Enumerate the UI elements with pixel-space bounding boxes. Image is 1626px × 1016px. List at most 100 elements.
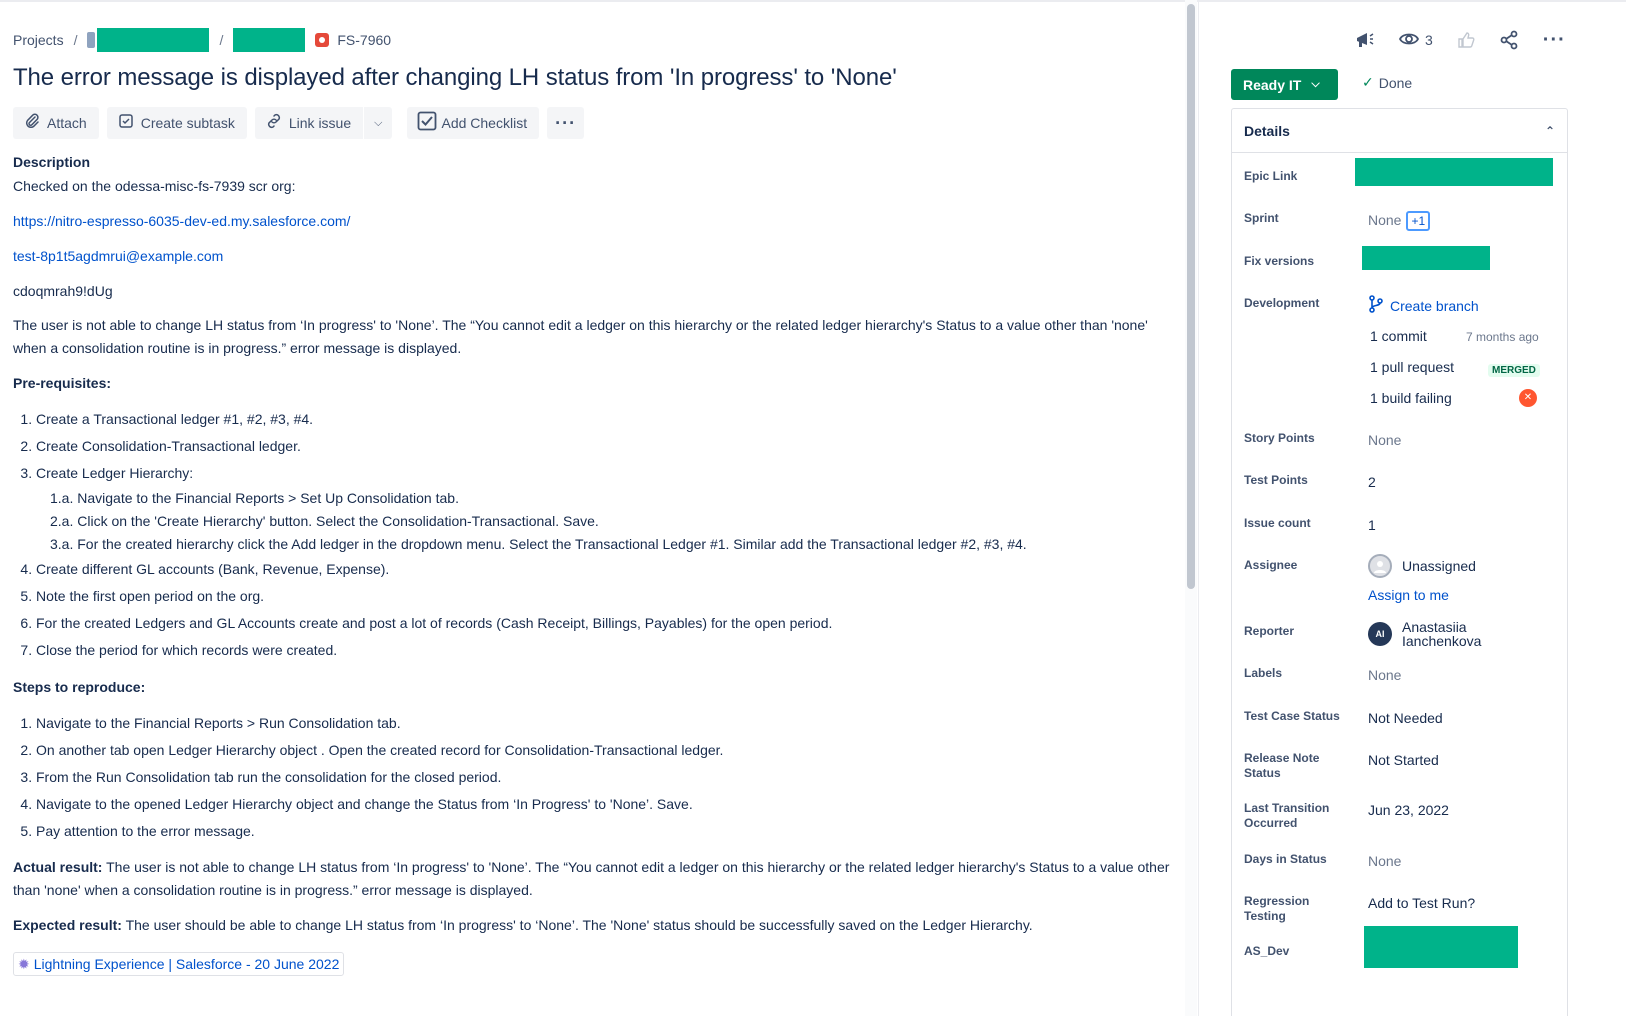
breadcrumb-projects[interactable]: Projects: [13, 32, 64, 48]
issue-description: Description Checked on the odessa-misc-f…: [13, 150, 1173, 976]
list-item: Navigate to the Financial Reports > Run …: [36, 710, 1173, 737]
field-label: Fix versions: [1244, 254, 1315, 268]
create-branch-link[interactable]: Create branch: [1368, 295, 1479, 317]
list-item: From the Run Consolidation tab run the c…: [36, 764, 1173, 791]
fix-versions-redacted[interactable]: [1362, 246, 1490, 270]
breadcrumb-issue-key[interactable]: FS-7960: [337, 32, 391, 48]
field-value[interactable]: Not Started: [1368, 751, 1439, 769]
reference-link-chip[interactable]: ✹ Lightning Experience | Salesforce - 20…: [13, 952, 345, 976]
field-value[interactable]: 1: [1368, 516, 1376, 534]
substep: 3.a. For the created hierarchy click the…: [50, 536, 1027, 552]
reporter-name: Anastasiia Ianchenkova: [1402, 620, 1481, 648]
issue-side-actions: 3 ···: [1355, 26, 1566, 54]
list-item: On another tab open Ledger Hierarchy obj…: [36, 737, 1173, 764]
prereq-heading: Pre-requisites:: [13, 375, 112, 391]
field-value[interactable]: None: [1368, 852, 1401, 870]
more-actions-button[interactable]: ···: [547, 107, 585, 139]
field-label: Development: [1244, 296, 1320, 310]
breadcrumb-project-redacted[interactable]: [97, 28, 210, 52]
checklist-icon: [417, 111, 437, 136]
assign-to-me-link[interactable]: Assign to me: [1368, 586, 1449, 604]
issue-main-panel: Projects / / FS-7960 The error message i…: [0, 0, 1230, 1016]
attach-button[interactable]: Attach: [13, 107, 99, 139]
list-item: Create Consolidation-Transactional ledge…: [36, 433, 1173, 460]
prereq-list: Create a Transactional ledger #1, #2, #3…: [36, 406, 1173, 664]
more-options-icon[interactable]: ···: [1543, 29, 1566, 52]
expected-result-label: Expected result:: [13, 917, 122, 933]
field-value[interactable]: 2: [1368, 473, 1376, 491]
breadcrumb-parent-redacted[interactable]: [233, 28, 306, 52]
salesforce-gear-icon: ✹: [18, 956, 30, 972]
field-label: Assignee: [1244, 558, 1298, 572]
sprint-more-badge[interactable]: +1: [1406, 211, 1431, 231]
avatar: AI: [1368, 622, 1392, 646]
assignee-name: Unassigned: [1402, 558, 1476, 574]
description-heading: Description: [13, 154, 91, 170]
issue-title[interactable]: The error message is displayed after cha…: [13, 64, 897, 92]
watch-button[interactable]: 3: [1398, 30, 1433, 51]
chevron-down-icon: ⌵: [374, 116, 383, 129]
breadcrumb-separator: /: [73, 32, 78, 48]
field-value[interactable]: Add to Test Run?: [1368, 894, 1475, 912]
as-dev-redacted[interactable]: [1364, 926, 1518, 968]
vote-thumbs-up-icon[interactable]: [1457, 31, 1475, 49]
org-url-link[interactable]: https://nitro-espresso-6035-dev-ed.my.sa…: [13, 213, 350, 229]
sprint-value[interactable]: None: [1368, 212, 1401, 228]
share-icon[interactable]: [1499, 30, 1519, 50]
expected-result: Expected result: The user should be able…: [13, 913, 1173, 937]
link-icon: [265, 113, 283, 134]
status-label: Ready IT: [1243, 76, 1302, 93]
bug-icon: [315, 33, 330, 47]
build-text: 1 build failing: [1370, 390, 1452, 406]
link-issue-button[interactable]: Link issue: [254, 107, 364, 139]
details-header[interactable]: Details ⌃: [1232, 109, 1567, 153]
pull-request-text: 1 pull request: [1370, 359, 1455, 375]
list-item-text: Create Ledger Hierarchy:: [36, 465, 194, 481]
checked-on-text: Checked on the odessa-misc-fs-7939 scr o…: [13, 178, 296, 194]
breadcrumb-separator: /: [219, 32, 224, 48]
email-link[interactable]: test-8p1t5agdmrui@example.com: [13, 248, 223, 264]
link-issue-dropdown[interactable]: ⌵: [364, 107, 393, 139]
field-value[interactable]: Jun 23, 2022: [1368, 801, 1449, 819]
list-item: Pay attention to the error message.: [36, 818, 1173, 845]
field-label: Test Points: [1244, 473, 1308, 487]
check-icon: ✓: [1362, 74, 1374, 90]
resolution: ✓ Done: [1362, 74, 1412, 91]
list-item: Close the period for which records were …: [36, 637, 1173, 664]
subtask-icon: [117, 113, 135, 134]
reference-link-label: Lightning Experience | Salesforce - 20 J…: [33, 956, 340, 972]
field-label: Days in Status: [1244, 852, 1327, 866]
status-transition-button[interactable]: Ready IT ⌵: [1231, 69, 1338, 100]
epic-link-redacted[interactable]: [1355, 158, 1553, 186]
merged-badge-wrap: MERGED: [1488, 359, 1540, 380]
attach-label: Attach: [47, 115, 87, 131]
field-value: None +1: [1368, 211, 1431, 231]
details-heading: Details: [1244, 122, 1290, 139]
feedback-megaphone-icon[interactable]: [1355, 31, 1375, 49]
project-icon: [87, 32, 96, 48]
substep: 1.a. Navigate to the Financial Reports >…: [50, 490, 459, 506]
field-value[interactable]: Not Needed: [1368, 709, 1443, 727]
build-failed-icon: ✕: [1519, 389, 1537, 407]
chevron-up-icon[interactable]: ⌃: [1545, 124, 1555, 138]
scrollbar-thumb[interactable]: [1187, 4, 1195, 589]
actual-result-label: Actual result:: [13, 859, 103, 875]
field-value[interactable]: None: [1368, 666, 1401, 684]
assignee-value[interactable]: Unassigned: [1368, 554, 1476, 578]
create-branch-label: Create branch: [1390, 298, 1479, 314]
panel-divider: [1198, 0, 1199, 1016]
list-item: For the created Ledgers and GL Accounts …: [36, 610, 1173, 637]
field-label: Story Points: [1244, 431, 1315, 445]
branch-icon: [1368, 295, 1384, 317]
expected-result-text: The user should be able to change LH sta…: [121, 917, 1033, 933]
add-checklist-button[interactable]: Add Checklist: [407, 107, 540, 139]
create-subtask-button[interactable]: Create subtask: [106, 107, 247, 139]
chevron-down-icon: ⌵: [1311, 78, 1320, 90]
more-icon: ···: [555, 112, 577, 133]
reporter-value[interactable]: AI Anastasiia Ianchenkova: [1368, 620, 1481, 648]
paperclip-icon: [23, 113, 41, 134]
field-label: AS_Dev: [1244, 944, 1290, 958]
field-value[interactable]: None: [1368, 431, 1401, 449]
build-failed-wrap: ✕: [1519, 386, 1537, 407]
steps-heading: Steps to reproduce:: [13, 679, 146, 695]
